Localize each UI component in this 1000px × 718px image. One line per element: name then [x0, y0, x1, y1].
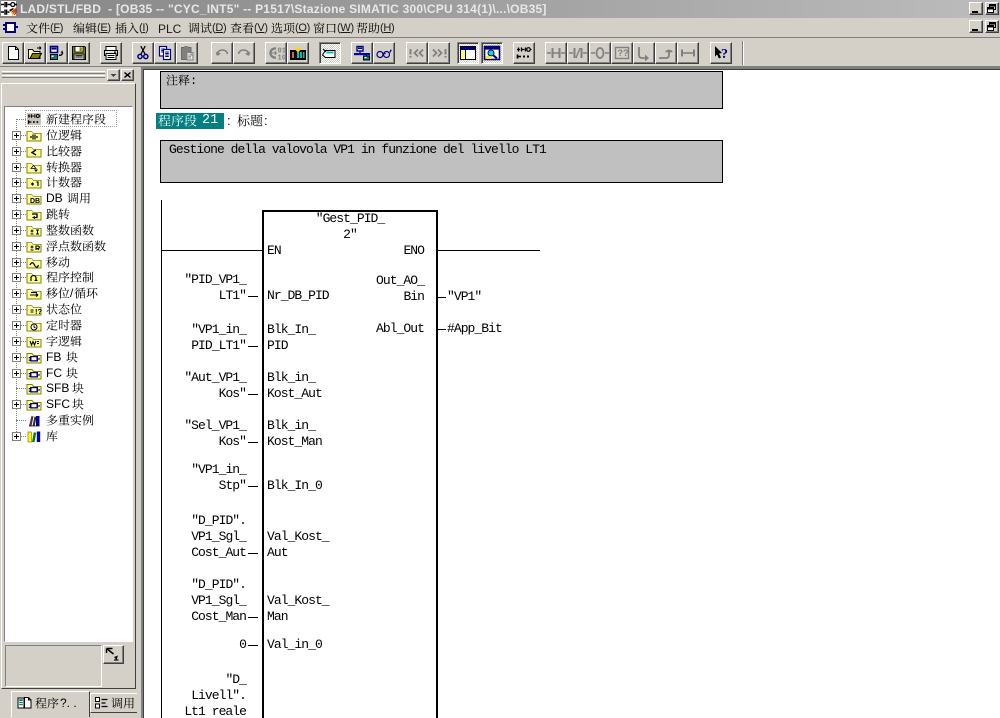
svg-text:DB: DB: [30, 198, 40, 205]
svg-text:!?: !?: [35, 307, 42, 316]
svg-text:10: 10: [278, 55, 286, 62]
svg-text:??: ??: [618, 48, 629, 58]
svg-text:?: ?: [721, 47, 728, 61]
